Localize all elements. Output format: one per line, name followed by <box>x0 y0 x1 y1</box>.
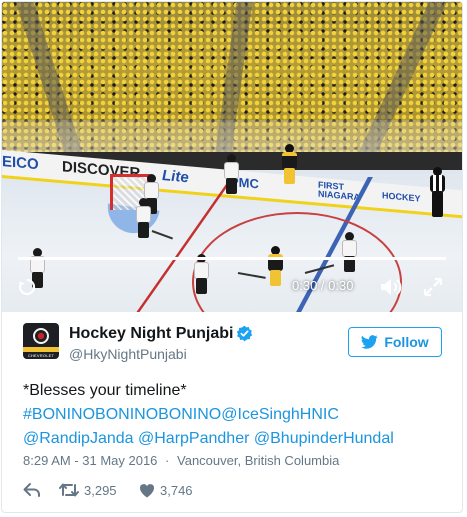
metadata-dot: · <box>165 453 170 468</box>
board-ad: Lite <box>162 166 189 187</box>
video-player[interactable]: EICO DISCOVER Lite PMC FIRST NIAGARA HOC… <box>2 2 462 312</box>
reply-icon <box>23 483 40 497</box>
avatar-stripe <box>23 347 59 352</box>
board-ad: HOCKEY <box>382 190 421 204</box>
video-progress-bar[interactable] <box>18 257 446 260</box>
fullscreen-icon[interactable] <box>422 276 444 298</box>
tweet-text-line: @RandipJanda @HarpPandher @BhupinderHund… <box>23 427 443 451</box>
video-frame-glass <box>2 120 462 152</box>
tweet-card: EICO DISCOVER Lite PMC FIRST NIAGARA HOC… <box>1 1 463 513</box>
avatar-sponsor-text: CHEVROLET <box>27 353 55 358</box>
tweet-text-line: *Blesses your timeline* <box>23 382 187 399</box>
volume-icon[interactable] <box>379 276 403 298</box>
user-handle[interactable]: @HkyNightPunjabi <box>69 346 187 362</box>
reply-button[interactable] <box>23 480 41 500</box>
tweet-location[interactable]: Vancouver, British Columbia <box>177 453 339 468</box>
mention-link[interactable]: @RandipJanda <box>23 430 134 447</box>
tweet-text-line: #BONINOBONINOBONINO@IceSinghHNIC <box>23 403 443 427</box>
twitter-bird-icon <box>361 335 378 349</box>
mention-link[interactable]: @BhupinderHundal <box>254 430 394 447</box>
retweet-icon <box>59 483 79 497</box>
replay-icon[interactable] <box>16 276 38 298</box>
retweet-count: 3,295 <box>84 482 117 498</box>
follow-button[interactable]: Follow <box>348 327 442 357</box>
verified-badge-icon <box>236 325 253 342</box>
like-count: 3,746 <box>160 482 193 498</box>
like-button[interactable]: 3,746 <box>139 480 193 500</box>
tweet-timestamp[interactable]: 8:29 AM - 31 May 2016 <box>23 453 157 468</box>
follow-button-label: Follow <box>384 334 429 350</box>
heart-icon <box>139 483 155 497</box>
video-timecode: 0:30 / 0:30 <box>292 278 354 293</box>
display-name[interactable]: Hockey Night Punjabi <box>69 325 233 343</box>
hnp-logo-icon <box>33 328 49 344</box>
board-ad: FIRST NIAGARA <box>318 179 360 203</box>
retweet-button[interactable]: 3,295 <box>59 480 117 500</box>
video-progress-fill <box>18 257 446 260</box>
mention-link[interactable]: @IceSinghHNIC <box>221 406 339 423</box>
board-ad: EICO <box>2 153 39 174</box>
hashtag-link[interactable]: #BONINOBONINOBONINO <box>23 406 221 423</box>
tweet-metadata: 8:29 AM - 31 May 2016 · Vancouver, Briti… <box>23 453 339 468</box>
tweet-text: *Blesses your timeline* #BONINOBONINOBON… <box>23 379 443 451</box>
mention-link[interactable]: @HarpPandher <box>138 430 249 447</box>
avatar[interactable]: CHEVROLET <box>23 323 59 359</box>
